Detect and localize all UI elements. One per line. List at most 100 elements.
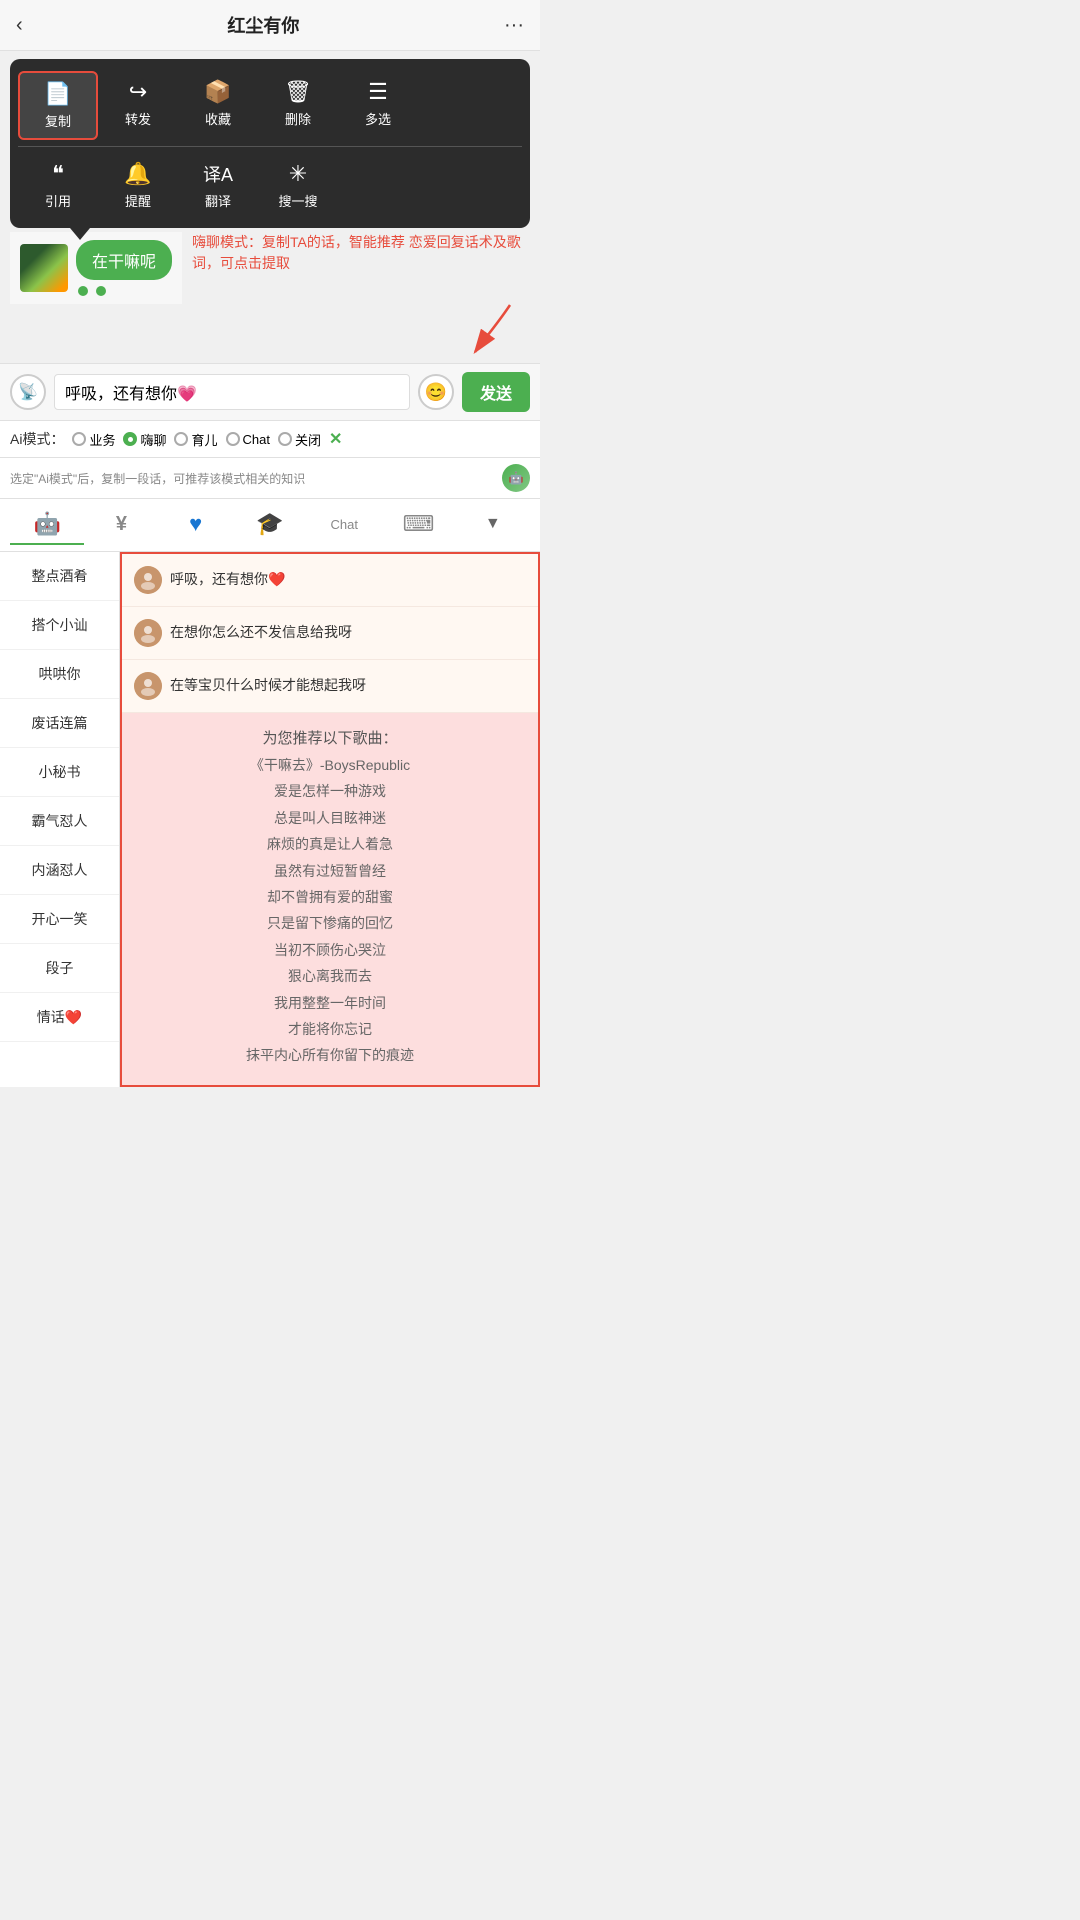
mode-option-haichat[interactable]: 嗨聊 — [123, 430, 166, 449]
radio-haichat — [123, 432, 137, 446]
sidebar-item-0[interactable]: 整点酒肴 — [0, 552, 119, 601]
yen-icon: ¥ — [116, 513, 127, 536]
online-indicator-2 — [96, 286, 106, 296]
annotation-area: 在干嘛呢 嗨聊模式：复制TA的话，智能推荐 恋爱回复话术及歌词，可点击提取 — [10, 232, 530, 304]
context-menu-row1: 📄 复制 ↪ 转发 📦 收藏 🗑 删除 ☰ 多选 — [18, 71, 522, 140]
sidebar-item-3[interactable]: 废话连篇 — [0, 699, 119, 748]
context-menu-row2: ❝ 引用 🔔 提醒 译A 翻译 ✳ 搜一搜 — [18, 153, 522, 218]
radio-business — [72, 432, 86, 446]
sidebar-item-4[interactable]: 小秘书 — [0, 748, 119, 797]
copy-icon: 📄 — [44, 81, 71, 107]
search-icon: ✳ — [289, 161, 307, 187]
mode-option-off[interactable]: 关闭 — [278, 430, 321, 449]
main-content: 整点酒肴 搭个小讪 哄哄你 废话连篇 小秘书 霸气怼人 内涵怼人 开心一笑 段子… — [0, 552, 540, 1087]
chat-tab-label: Chat — [331, 517, 358, 532]
sidebar-item-7[interactable]: 开心一笑 — [0, 895, 119, 944]
ai-mode-label: Ai模式： — [10, 429, 64, 449]
suggestion-1[interactable]: 在想你怎么还不发信息给我呀 — [122, 607, 538, 660]
sidebar-item-1[interactable]: 搭个小讪 — [0, 601, 119, 650]
favorite-icon: 📦 — [204, 79, 231, 105]
chat-small-icon[interactable]: 🤖 — [502, 464, 530, 492]
sidebar-item-5[interactable]: 霸气怼人 — [0, 797, 119, 846]
tab-bar: 🤖 ¥ ♥ 🎓 Chat ⌨ ▼ — [0, 499, 540, 552]
suggestion-avatar-1 — [134, 619, 162, 647]
tab-more[interactable]: ▼ — [456, 509, 530, 541]
multiselect-button[interactable]: ☰ 多选 — [338, 71, 418, 140]
delete-button[interactable]: 🗑 删除 — [258, 71, 338, 140]
translate-button[interactable]: 译A 翻译 — [178, 153, 258, 218]
favorite-button[interactable]: 📦 收藏 — [178, 71, 258, 140]
lyric-2: 麻烦的真是让人着急 — [138, 833, 522, 855]
lyric-7: 狠心离我而去 — [138, 965, 522, 987]
search-button[interactable]: ✳ 搜一搜 — [258, 153, 338, 218]
right-panel: 呼吸，还有想你❤️ 在想你怎么还不发信息给我呀 — [120, 552, 540, 1087]
hint-bar: 选定"Ai模式"后，复制一段话，可推荐该模式相关的知识 🤖 — [0, 458, 540, 499]
radio-parenting — [174, 432, 188, 446]
tab-keyboard[interactable]: ⌨ — [381, 505, 455, 545]
mode-option-parenting[interactable]: 育儿 — [174, 430, 217, 449]
sidebar-item-6[interactable]: 内涵怼人 — [0, 846, 119, 895]
chat-preview: 在干嘛呢 — [10, 232, 182, 304]
voice-button[interactable]: 📡 — [10, 374, 46, 410]
remind-button[interactable]: 🔔 提醒 — [98, 153, 178, 218]
sidebar-item-9[interactable]: 情话❤️ — [0, 993, 119, 1042]
chevron-down-icon: ▼ — [485, 515, 501, 533]
suggestion-avatar-0 — [134, 566, 162, 594]
tab-ai[interactable]: 🤖 — [10, 505, 84, 545]
suggestion-text-1: 在想你怎么还不发信息给我呀 — [170, 623, 352, 643]
message-input[interactable] — [54, 374, 410, 410]
bell-icon: 🔔 — [124, 161, 151, 187]
sidebar-item-2[interactable]: 哄哄你 — [0, 650, 119, 699]
send-button[interactable]: 发送 — [462, 372, 530, 412]
annotation-text: 嗨聊模式：复制TA的话，智能推荐 恋爱回复话术及歌词，可点击提取 — [192, 232, 530, 274]
voice-icon: 📡 — [18, 382, 38, 402]
translate-label: 翻译 — [205, 191, 231, 210]
suggestion-0[interactable]: 呼吸，还有想你❤️ — [122, 554, 538, 607]
heart-icon: ♥ — [189, 511, 202, 537]
avatar-inner-2 — [134, 672, 162, 700]
emoji-button[interactable]: 😊 — [418, 374, 454, 410]
back-button[interactable]: ‹ — [16, 14, 23, 37]
forward-icon: ↪ — [129, 79, 147, 105]
lyric-9: 才能将你忘记 — [138, 1018, 522, 1040]
sidebar: 整点酒肴 搭个小讪 哄哄你 废话连篇 小秘书 霸气怼人 内涵怼人 开心一笑 段子… — [0, 552, 120, 1087]
lyric-3: 虽然有过短暂曾经 — [138, 860, 522, 882]
lyric-4: 却不曾拥有爱的甜蜜 — [138, 886, 522, 908]
copy-button[interactable]: 📄 复制 — [18, 71, 98, 140]
favorite-label: 收藏 — [205, 109, 231, 128]
suggestion-text-2: 在等宝贝什么时候才能想起我呀 — [170, 676, 366, 696]
person-icon-2 — [138, 676, 158, 696]
forward-button[interactable]: ↪ 转发 — [98, 71, 178, 140]
red-arrow-svg — [450, 300, 530, 360]
tab-chat[interactable]: Chat — [307, 511, 381, 540]
close-button[interactable]: ✕ — [329, 429, 342, 449]
tab-education[interactable]: 🎓 — [233, 505, 307, 545]
online-indicator — [78, 286, 88, 296]
lyric-1: 总是叫人目眩神迷 — [138, 807, 522, 829]
search-label: 搜一搜 — [278, 191, 317, 210]
multiselect-label: 多选 — [365, 109, 391, 128]
mode-option-business[interactable]: 业务 — [72, 430, 115, 449]
keyboard-icon: ⌨ — [403, 511, 435, 537]
robot-icon: 🤖 — [509, 471, 524, 485]
tab-heart[interactable]: ♥ — [159, 505, 233, 545]
robot-tab-icon: 🤖 — [33, 511, 60, 537]
suggestion-avatar-2 — [134, 672, 162, 700]
quote-button[interactable]: ❝ 引用 — [18, 153, 98, 218]
tab-money[interactable]: ¥ — [84, 507, 158, 544]
mode-option-chat[interactable]: Chat — [226, 432, 270, 447]
nav-bar: ‹ 红尘有你 ··· — [0, 0, 540, 51]
more-button[interactable]: ··· — [504, 14, 524, 37]
suggestion-2[interactable]: 在等宝贝什么时候才能想起我呀 — [122, 660, 538, 713]
lyric-10: 抹平内心所有你留下的痕迹 — [138, 1044, 522, 1066]
multiselect-icon: ☰ — [368, 79, 388, 105]
song-recommendation: 为您推荐以下歌曲： 《干嘛去》-BoysRepublic 爱是怎样一种游戏 总是… — [122, 713, 538, 1085]
lyric-5: 只是留下惨痛的回忆 — [138, 912, 522, 934]
avatar-inner-0 — [134, 566, 162, 594]
sidebar-item-8[interactable]: 段子 — [0, 944, 119, 993]
avatar-inner-1 — [134, 619, 162, 647]
remind-label: 提醒 — [125, 191, 151, 210]
song-name[interactable]: 《干嘛去》-BoysRepublic — [138, 754, 522, 776]
emoji-icon: 😊 — [425, 382, 447, 403]
graduation-icon: 🎓 — [256, 511, 283, 537]
